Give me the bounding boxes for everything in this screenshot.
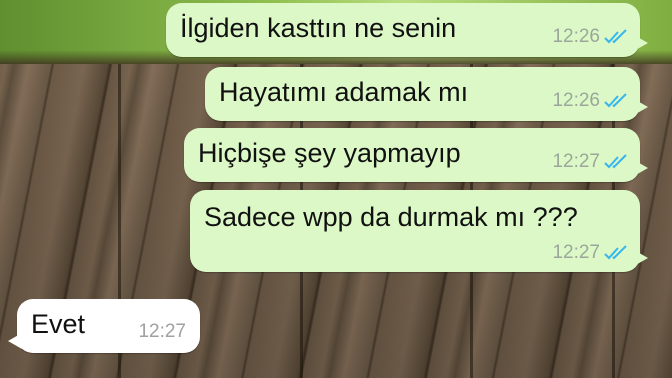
double-check-icon [604,154,627,169]
message-text: Hayatımı adamak mı [219,77,469,107]
message-meta: 12:27 [138,321,186,343]
message-text: İlgiden kasttın ne senin [180,13,457,43]
double-check-icon [604,29,627,44]
message-meta: 12:27 [552,151,628,173]
message-time: 12:27 [552,151,600,172]
double-check-icon [604,245,627,260]
message-meta: 12:26 [552,90,628,112]
message-bubble-outgoing[interactable]: İlgiden kasttın ne senin 12:26 [166,3,648,57]
message-time: 12:26 [552,90,600,111]
message-time: 12:27 [138,321,186,342]
message-text: Hiçbişe şey yapmayıp [198,138,461,168]
message-bubble-outgoing[interactable]: Hayatımı adamak mı 12:26 [205,67,648,121]
message-meta: 12:26 [552,26,628,48]
message-bubble-incoming[interactable]: Evet 12:27 [8,299,200,353]
message-bubble-outgoing[interactable]: Sadece wpp da durmak mı ??? 12:27 [190,190,648,272]
message-bubble-outgoing[interactable]: Hiçbişe şey yapmayıp 12:27 [184,128,648,182]
message-text: Evet [31,309,86,339]
message-time: 12:27 [552,242,600,263]
double-check-icon [604,93,627,108]
message-text: Sadece wpp da durmak mı ??? [204,202,578,232]
message-time: 12:26 [552,26,600,47]
message-meta: 12:27 [552,242,628,264]
